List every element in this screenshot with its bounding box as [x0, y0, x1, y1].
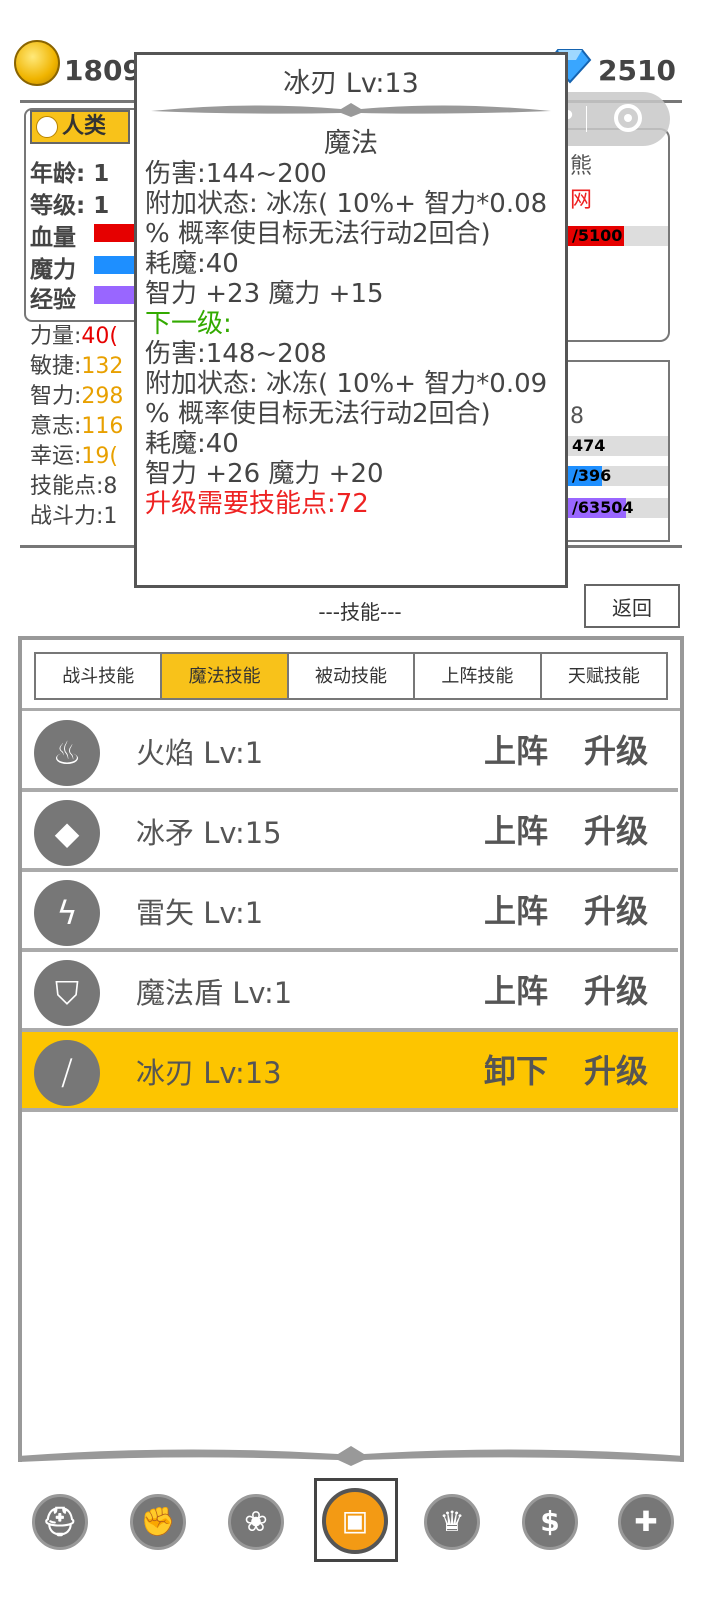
- fist-icon: ✊: [140, 1505, 176, 1538]
- capsule-divider: [586, 106, 587, 132]
- flame-icon: ♨: [34, 720, 100, 786]
- equip-button[interactable]: 上阵: [484, 966, 548, 1012]
- attr-will: 意志:116: [30, 414, 124, 439]
- ice-spear-icon: ◆: [34, 800, 100, 866]
- tabs-divider: [22, 708, 680, 711]
- exp-label: 经验: [30, 287, 76, 313]
- tooltip-line: 伤害:148~208: [145, 339, 327, 369]
- tooltip-next-level-label: 下一级:: [145, 309, 232, 339]
- tooltip-line: 伤害:144~200: [145, 159, 327, 189]
- equip-button[interactable]: 上阵: [484, 806, 548, 852]
- skill-name: 雷矢 Lv:1: [136, 896, 264, 930]
- equip-button[interactable]: 上阵: [484, 886, 548, 932]
- upgrade-button[interactable]: 升级: [584, 966, 648, 1012]
- level-label: 等级: 1: [30, 193, 110, 219]
- skill-row[interactable]: ♨ 火焰 Lv:1 上阵 升级: [22, 712, 678, 792]
- gold-amount: 1809: [64, 54, 142, 87]
- close-target-icon[interactable]: [614, 104, 642, 132]
- tab-magic-skills[interactable]: 魔法技能: [160, 652, 289, 700]
- upgrade-button[interactable]: 升级: [584, 886, 648, 932]
- right-hp-bar: /5100: [568, 226, 668, 246]
- gold-coin-icon: [14, 40, 60, 86]
- tooltip-line: % 概率使目标无法行动2回合): [145, 399, 491, 429]
- attr-luck: 幸运:19(: [30, 444, 118, 469]
- nav-spellbook-button[interactable]: ▣: [322, 1488, 388, 1554]
- skill-tooltip: 冰刃 Lv:13 魔法 伤害:144~200 附加状态: 冰冻( 10%+ 智力…: [134, 52, 568, 588]
- plus-icon: ✚: [634, 1505, 658, 1538]
- tab-deployed-skills[interactable]: 上阵技能: [413, 652, 542, 700]
- crown-icon: ♛: [439, 1505, 465, 1538]
- nav-paw-button[interactable]: ❀: [228, 1494, 284, 1550]
- right-text-2: 网: [570, 188, 593, 213]
- helmet-icon: ⛑: [42, 1505, 78, 1538]
- attr-strength: 力量:40(: [30, 324, 118, 349]
- nav-money-bag-button[interactable]: $: [522, 1494, 578, 1550]
- ornament-divider-icon: [151, 103, 551, 117]
- unequip-button[interactable]: 卸下: [484, 1046, 548, 1092]
- spellbook-icon: ▣: [341, 1504, 369, 1537]
- skill-row[interactable]: ϟ 雷矢 Lv:1 上阵 升级: [22, 872, 678, 952]
- skill-name: 冰矛 Lv:15: [136, 816, 282, 850]
- age-label: 年龄: 1: [30, 161, 110, 187]
- tab-passive-skills[interactable]: 被动技能: [286, 652, 416, 700]
- gem-amount: 2510: [598, 54, 676, 87]
- ice-blade-icon: ⧸: [34, 1040, 100, 1106]
- skill-name: 火焰 Lv:1: [136, 736, 264, 770]
- equip-button[interactable]: 上阵: [484, 726, 548, 772]
- nav-fist-button[interactable]: ✊: [130, 1494, 186, 1550]
- shield-icon: ⛉: [34, 960, 100, 1026]
- return-button[interactable]: 返回: [584, 584, 680, 628]
- right-text-3: 8: [570, 404, 584, 429]
- tooltip-skill-type: 魔法: [324, 128, 378, 159]
- tab-talent-skills[interactable]: 天赋技能: [539, 652, 669, 700]
- tab-combat-skills[interactable]: 战斗技能: [34, 652, 163, 700]
- nav-plus-button[interactable]: ✚: [618, 1494, 674, 1550]
- skill-tabs: 战斗技能 魔法技能 被动技能 上阵技能 天赋技能: [34, 652, 669, 702]
- skill-row[interactable]: ⛉ 魔法盾 Lv:1 上阵 升级: [22, 952, 678, 1032]
- upgrade-button[interactable]: 升级: [584, 806, 648, 852]
- upgrade-button[interactable]: 升级: [584, 1046, 648, 1092]
- attr-power: 战斗力:1: [30, 504, 118, 529]
- tooltip-upgrade-cost: 升级需要技能点:72: [145, 489, 369, 519]
- tooltip-line: 耗魔:40: [145, 249, 239, 279]
- tooltip-line: 附加状态: 冰冻( 10%+ 智力*0.08: [145, 189, 548, 219]
- tooltip-title: 冰刃 Lv:13: [283, 68, 419, 99]
- upgrade-button[interactable]: 升级: [584, 726, 648, 772]
- tooltip-line: 智力 +23 魔力 +15: [145, 279, 384, 309]
- money-bag-icon: $: [540, 1505, 560, 1538]
- race-icon: [36, 116, 58, 138]
- nav-helmet-button[interactable]: ⛑: [32, 1494, 88, 1550]
- lightning-icon: ϟ: [34, 880, 100, 946]
- right-bar-2: 474: [568, 436, 668, 456]
- tooltip-line: 智力 +26 魔力 +20: [145, 459, 384, 489]
- skill-name: 冰刃 Lv:13: [136, 1056, 282, 1090]
- skill-name: 魔法盾 Lv:1: [136, 976, 293, 1010]
- skill-row[interactable]: ◆ 冰矛 Lv:15 上阵 升级: [22, 792, 678, 872]
- tooltip-line: 附加状态: 冰冻( 10%+ 智力*0.09: [145, 369, 548, 399]
- mp-label: 魔力: [30, 257, 76, 283]
- attr-agility: 敏捷:132: [30, 354, 124, 379]
- tooltip-line: % 概率使目标无法行动2回合): [145, 219, 491, 249]
- hp-label: 血量: [30, 225, 76, 251]
- attr-intelligence: 智力:298: [30, 384, 124, 409]
- right-bar-4: /63504: [568, 498, 668, 518]
- right-text-1: 熊: [570, 154, 593, 179]
- skill-row-selected[interactable]: ⧸ 冰刃 Lv:13 卸下 升级: [22, 1032, 678, 1112]
- tooltip-line: 耗魔:40: [145, 429, 239, 459]
- nav-crown-button[interactable]: ♛: [424, 1494, 480, 1550]
- panel-bottom-ornament: [18, 1446, 684, 1466]
- attr-skill-points: 技能点:8: [30, 474, 118, 499]
- right-bar-3: /396: [568, 466, 668, 486]
- paw-icon: ❀: [244, 1505, 268, 1538]
